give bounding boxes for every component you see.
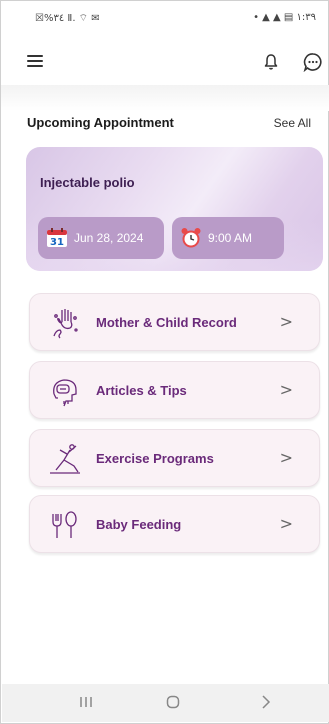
appointment-date: Jun 28, 2024	[74, 231, 144, 245]
back-button[interactable]	[258, 694, 274, 712]
recents-button[interactable]	[78, 694, 94, 712]
yoga-icon	[48, 442, 82, 476]
appbar-divider	[1, 85, 329, 111]
appointment-card[interactable]: Injectable polio 31 Jun 28, 2024 9:00 AM	[26, 147, 323, 271]
system-nav-bar	[2, 684, 329, 722]
bib-spoon-icon	[48, 508, 82, 542]
chevron-right-icon: >	[279, 312, 293, 331]
status-bar: ☒%٣٤ Ⅱ. ⌔ ✉ • ▲ ▲ ▤ ١:٣٩	[1, 1, 329, 35]
status-right: • ▲ ▲ ▤ ١:٣٩	[253, 12, 316, 23]
calendar-day-number: 31	[50, 237, 64, 248]
bell-icon[interactable]	[263, 53, 279, 71]
home-button[interactable]	[165, 694, 181, 712]
app-screen: ☒%٣٤ Ⅱ. ⌔ ✉ • ▲ ▲ ▤ ١:٣٩ Upcoming Appoin	[0, 0, 329, 724]
menu-item-label: Baby Feeding	[96, 517, 182, 532]
chevron-right-icon: >	[279, 380, 293, 399]
appointment-title: Injectable polio	[40, 175, 135, 190]
head-bulb-icon	[48, 374, 82, 408]
hamburger-icon-line	[27, 65, 43, 67]
menu-item-exercise-programs[interactable]: Exercise Programs >	[29, 429, 320, 487]
menu-item-articles-tips[interactable]: Articles & Tips >	[29, 361, 320, 419]
menu-item-label: Articles & Tips	[96, 383, 187, 398]
see-all-link[interactable]: See All	[274, 116, 311, 130]
hands-icon	[48, 306, 82, 340]
chat-icon[interactable]	[303, 52, 323, 73]
menu-item-label: Exercise Programs	[96, 451, 214, 466]
appointment-time-chip: 9:00 AM	[172, 217, 284, 259]
menu-button[interactable]	[27, 55, 43, 69]
calendar-icon: 31	[46, 228, 68, 248]
menu-item-baby-feeding[interactable]: Baby Feeding >	[29, 495, 320, 553]
app-bar	[1, 49, 329, 79]
hamburger-icon-line	[27, 55, 43, 57]
chevron-right-icon: >	[279, 514, 293, 533]
chevron-right-icon: >	[279, 448, 293, 467]
section-title: Upcoming Appointment	[27, 115, 174, 130]
status-left: ☒%٣٤ Ⅱ. ⌔ ✉	[35, 13, 100, 24]
appointment-date-chip: 31 Jun 28, 2024	[38, 217, 164, 259]
hamburger-icon-line	[27, 60, 43, 62]
appointment-time: 9:00 AM	[208, 231, 253, 245]
alarm-clock-icon	[180, 227, 202, 249]
menu-item-label: Mother & Child Record	[96, 315, 237, 330]
menu-item-mother-child-record[interactable]: Mother & Child Record >	[29, 293, 320, 351]
